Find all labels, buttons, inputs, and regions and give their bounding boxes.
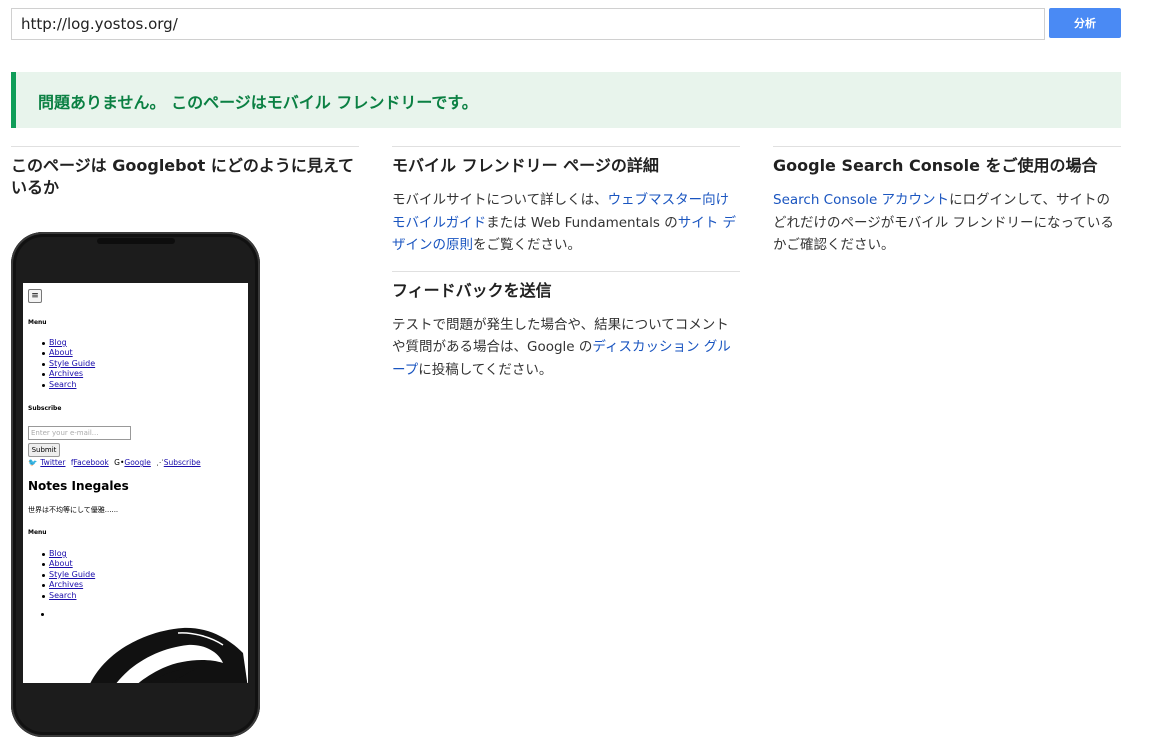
phone-speaker	[97, 238, 175, 244]
details-text-2: または Web Fundamentals の	[486, 214, 678, 231]
phone-mockup: ≡ Menu Blog About Style Guide Archives S…	[11, 232, 260, 737]
preview-menu-label-2: Menu	[28, 529, 47, 536]
preview-submit-button: Submit	[28, 443, 60, 457]
preview-site-description: 世界は不均等にして優雅......	[28, 506, 119, 514]
preview-email-field: Enter your e-mail...	[28, 426, 131, 440]
preview-subscribe-label: Subscribe	[28, 405, 62, 412]
mobile-details-heading: モバイル フレンドリー ページの詳細	[392, 156, 659, 175]
googlebot-view-section: このページは Googlebot にどのように見えているか	[11, 146, 359, 199]
search-console-text: Search Console アカウントにログインして、サイトのどれだけのページ…	[773, 189, 1121, 257]
result-message: 問題ありません。 このページはモバイル フレンドリーです。	[38, 93, 478, 112]
search-console-account-link[interactable]: Search Console アカウント	[773, 192, 949, 208]
hamburger-menu-icon: ≡	[28, 289, 42, 303]
preview-menu-item: Style Guide	[41, 358, 96, 368]
feedback-section: フィードバックを送信 テストで問題が発生した場合や、結果についてコメントや質問が…	[392, 270, 740, 382]
preview-site-title: Notes Inegales	[28, 479, 129, 493]
preview-social-twitter: Twitter	[40, 458, 66, 467]
preview-menu-item: About	[41, 348, 95, 358]
preview-menu-list-2: Blog About Style Guide Archives Search	[41, 549, 96, 601]
preview-menu-item: Search	[41, 591, 95, 601]
preview-menu-item: Blog	[41, 338, 95, 348]
preview-menu-list: Blog About Style Guide Archives Search	[41, 338, 96, 390]
feedback-text-2: に投稿してください。	[418, 361, 553, 378]
search-console-section: Google Search Console をご使用の場合 Search Con…	[773, 146, 1121, 257]
preview-header-image	[90, 627, 248, 683]
twitter-icon: 🐦	[28, 458, 38, 467]
feedback-heading: フィードバックを送信	[392, 280, 552, 300]
page-preview-screen: ≡ Menu Blog About Style Guide Archives S…	[23, 283, 248, 683]
preview-social-subscribe: Subscribe	[163, 458, 201, 467]
preview-menu-item: Search	[41, 380, 95, 390]
mobile-details-section: モバイル フレンドリー ページの詳細 モバイルサイトについて詳しくは、ウェブマス…	[392, 146, 740, 257]
result-banner: 問題ありません。 このページはモバイル フレンドリーです。	[11, 72, 1121, 128]
rss-icon: ⋰	[156, 458, 164, 467]
preview-social-links: 🐦 Twitter fFacebook G•Google ⋰Subscribe	[28, 458, 204, 467]
google-icon: G•	[114, 458, 125, 467]
preview-menu-item: Blog	[41, 549, 95, 559]
preview-social-facebook: Facebook	[73, 458, 109, 467]
preview-menu-item: About	[41, 559, 95, 569]
preview-empty-bullet	[41, 613, 44, 616]
details-column: モバイル フレンドリー ページの詳細 モバイルサイトについて詳しくは、ウェブマス…	[392, 146, 740, 381]
details-text-3: をご覧ください。	[473, 237, 581, 253]
preview-menu-item: Archives	[41, 369, 95, 379]
preview-social-google: Google	[124, 458, 151, 467]
preview-menu-item: Archives	[41, 580, 95, 590]
feedback-text: テストで問題が発生した場合や、結果についてコメントや質問がある場合は、Googl…	[392, 314, 740, 382]
analyze-button[interactable]: 分析	[1049, 8, 1121, 38]
search-console-heading: Google Search Console をご使用の場合	[773, 156, 1098, 175]
details-text-1: モバイルサイトについて詳しくは、	[392, 192, 608, 208]
googlebot-view-heading: このページは Googlebot にどのように見えているか	[11, 156, 355, 197]
preview-menu-label: Menu	[28, 319, 47, 326]
url-input[interactable]	[11, 8, 1045, 40]
preview-menu-item: Style Guide	[41, 569, 96, 579]
mobile-details-text: モバイルサイトについて詳しくは、ウェブマスター向けモバイルガイドまたは Web …	[392, 189, 740, 257]
